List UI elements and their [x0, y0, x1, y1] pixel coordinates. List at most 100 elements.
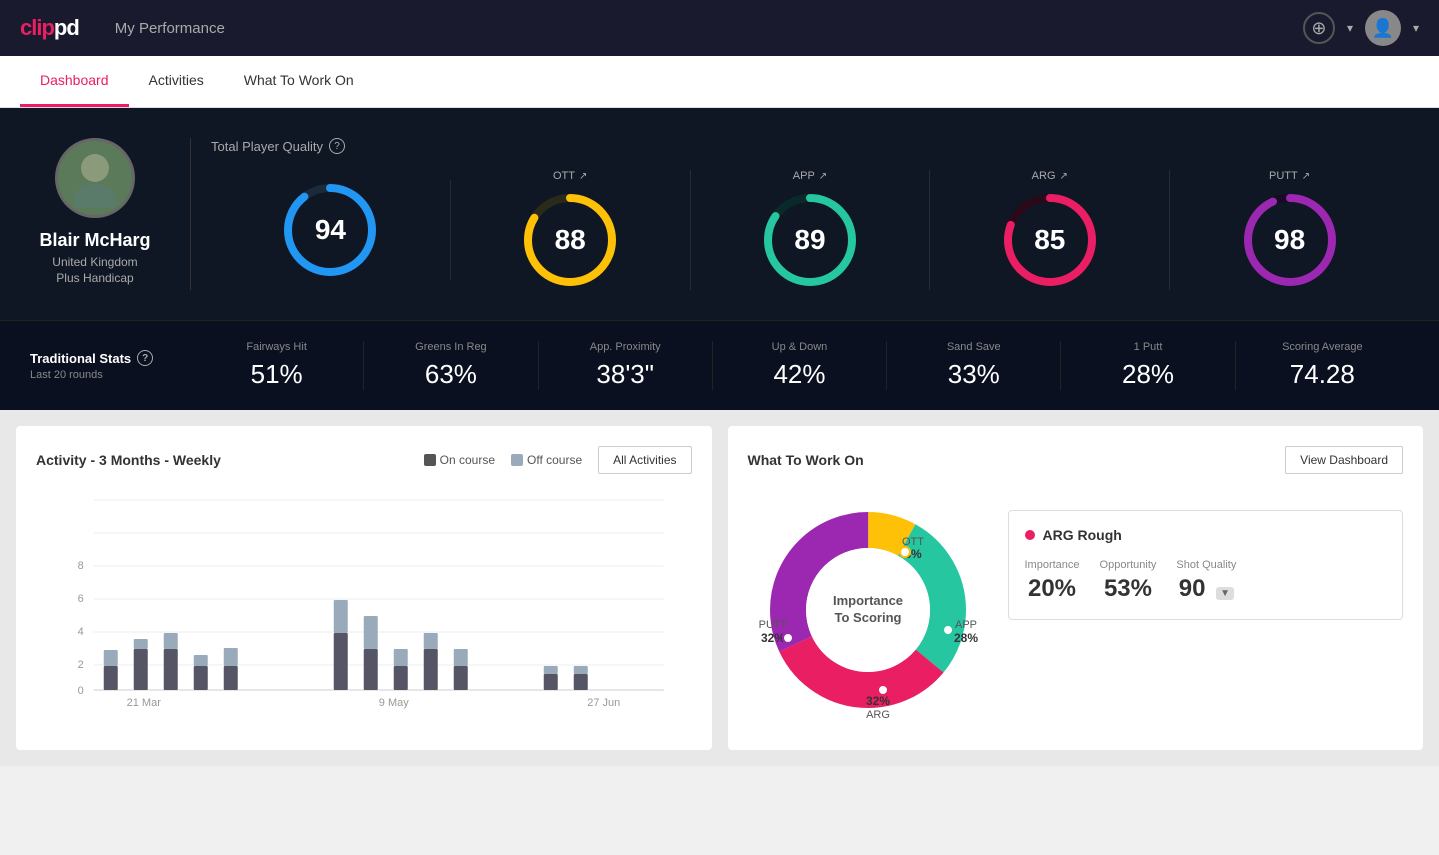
- putt-circle: 98: [1240, 190, 1340, 290]
- add-chevron: ▾: [1347, 21, 1353, 35]
- bottom-section: Activity - 3 Months - Weekly On course O…: [0, 410, 1439, 766]
- svg-text:6: 6: [78, 593, 84, 605]
- app-label: APP↗: [793, 170, 827, 182]
- stats-banner: Blair McHarg United Kingdom Plus Handica…: [0, 108, 1439, 320]
- activity-title: Activity - 3 Months - Weekly: [36, 452, 221, 468]
- quality-section: Total Player Quality ? 94 OTT↗: [190, 138, 1409, 290]
- quality-info-icon[interactable]: ?: [329, 138, 345, 154]
- legend-off-course-dot: [511, 454, 523, 466]
- player-avatar: [55, 138, 135, 218]
- svg-text:32%: 32%: [865, 694, 889, 708]
- detail-importance: Importance 20%: [1025, 559, 1080, 603]
- tab-activities[interactable]: Activities: [129, 56, 224, 107]
- activity-legend: On course Off course: [424, 453, 583, 467]
- trad-stats-label: Traditional Stats ?: [30, 350, 190, 366]
- tab-what-to-work-on[interactable]: What To Work On: [224, 56, 374, 107]
- detail-stats: Importance 20% Opportunity 53% Shot Qual…: [1025, 559, 1387, 603]
- tab-dashboard[interactable]: Dashboard: [20, 56, 129, 107]
- legend-on-course: On course: [424, 453, 495, 467]
- svg-text:27 Jun: 27 Jun: [587, 697, 620, 709]
- svg-text:To Scoring: To Scoring: [834, 610, 901, 625]
- stat-1-putt: 1 Putt 28%: [1061, 341, 1235, 390]
- player-country: United Kingdom: [52, 255, 137, 269]
- header: clippd My Performance ⊕ ▾ 👤 ▾: [0, 0, 1439, 56]
- app-value: 89: [794, 224, 825, 256]
- header-title: My Performance: [115, 20, 225, 37]
- stat-fairways-hit: Fairways Hit 51%: [190, 341, 364, 390]
- trad-stats-grid: Fairways Hit 51% Greens In Reg 63% App. …: [190, 341, 1409, 390]
- shot-quality-badge: ▼: [1216, 587, 1234, 600]
- work-on-card-header: What To Work On View Dashboard: [748, 446, 1404, 474]
- legend-off-course: Off course: [511, 453, 582, 467]
- donut-svg: Importance To Scoring OTT 8% APP 28% ARG…: [748, 490, 988, 730]
- add-button[interactable]: ⊕: [1303, 12, 1335, 44]
- traditional-stats: Traditional Stats ? Last 20 rounds Fairw…: [0, 320, 1439, 410]
- activity-card: Activity - 3 Months - Weekly On course O…: [16, 426, 712, 750]
- svg-text:2: 2: [78, 659, 84, 671]
- work-on-title: What To Work On: [748, 452, 864, 468]
- putt-label: PUTT↗: [1269, 170, 1310, 182]
- arg-circle: 85: [1000, 190, 1100, 290]
- trad-info-icon[interactable]: ?: [137, 350, 153, 366]
- nav-tabs: Dashboard Activities What To Work On: [0, 56, 1439, 108]
- header-right: ⊕ ▾ 👤 ▾: [1303, 10, 1419, 46]
- stat-sand-save: Sand Save 33%: [887, 341, 1061, 390]
- ott-label: OTT↗: [553, 170, 587, 182]
- svg-text:32%: 32%: [760, 631, 784, 645]
- arg-label: ARG↗: [1032, 170, 1068, 182]
- activity-card-header: Activity - 3 Months - Weekly On course O…: [36, 446, 692, 474]
- svg-text:APP: APP: [954, 619, 976, 631]
- legend-on-course-dot: [424, 454, 436, 466]
- work-on-content: Importance To Scoring OTT 8% APP 28% ARG…: [748, 490, 1404, 730]
- detail-opportunity: Opportunity 53%: [1100, 559, 1157, 603]
- ott-circle: 88: [520, 190, 620, 290]
- plus-icon: ⊕: [1311, 18, 1326, 39]
- tpq-circle: 94: [280, 180, 380, 280]
- detail-card-title: ARG Rough: [1025, 527, 1387, 543]
- svg-text:PUTT: PUTT: [758, 619, 787, 631]
- player-info: Blair McHarg United Kingdom Plus Handica…: [30, 138, 190, 290]
- detail-name: ARG Rough: [1043, 527, 1122, 543]
- score-tpq: 94: [211, 180, 451, 280]
- detail-card: ARG Rough Importance 20% Opportunity 53%…: [1008, 510, 1404, 620]
- work-on-card: What To Work On View Dashboard: [728, 426, 1424, 750]
- avatar-icon: 👤: [1372, 18, 1394, 39]
- ott-value: 88: [555, 224, 586, 256]
- stat-app-proximity: App. Proximity 38'3": [539, 341, 713, 390]
- app-circle: 89: [760, 190, 860, 290]
- score-arg: ARG↗ 85: [930, 170, 1170, 290]
- activity-chart-area: 0 2 4 6 8: [36, 490, 692, 710]
- arg-value: 85: [1034, 224, 1065, 256]
- score-putt: PUTT↗ 98: [1170, 170, 1409, 290]
- logo: clippd: [20, 15, 79, 41]
- stat-up-down: Up & Down 42%: [713, 341, 887, 390]
- all-activities-button[interactable]: All Activities: [598, 446, 691, 474]
- svg-text:8: 8: [78, 560, 84, 572]
- detail-shot-quality: Shot Quality 90 ▼: [1176, 559, 1236, 603]
- putt-value: 98: [1274, 224, 1305, 256]
- avatar-button[interactable]: 👤: [1365, 10, 1401, 46]
- detail-dot: [1025, 530, 1035, 540]
- svg-text:21 Mar: 21 Mar: [127, 697, 162, 709]
- svg-text:Importance: Importance: [832, 593, 902, 608]
- donut-container: Importance To Scoring OTT 8% APP 28% ARG…: [748, 490, 988, 730]
- svg-text:9 May: 9 May: [379, 697, 409, 709]
- svg-text:4: 4: [78, 626, 84, 638]
- activity-chart-svg: 0 2 4 6 8: [36, 490, 692, 710]
- player-name: Blair McHarg: [39, 230, 150, 251]
- player-handicap: Plus Handicap: [56, 271, 133, 285]
- view-dashboard-button[interactable]: View Dashboard: [1285, 446, 1403, 474]
- tpq-value: 94: [315, 214, 346, 246]
- quality-title: Total Player Quality ?: [211, 138, 1409, 154]
- trad-stats-subtitle: Last 20 rounds: [30, 369, 190, 381]
- stat-scoring-average: Scoring Average 74.28: [1236, 341, 1409, 390]
- avatar-chevron: ▾: [1413, 21, 1419, 35]
- score-app: APP↗ 89: [691, 170, 931, 290]
- svg-text:28%: 28%: [953, 631, 977, 645]
- stat-greens-in-reg: Greens In Reg 63%: [364, 341, 538, 390]
- svg-text:ARG: ARG: [866, 709, 890, 721]
- score-ott: OTT↗ 88: [451, 170, 691, 290]
- quality-scores: 94 OTT↗ 88 APP↗: [211, 170, 1409, 290]
- trad-stats-title: Traditional Stats ? Last 20 rounds: [30, 350, 190, 381]
- svg-text:0: 0: [78, 685, 84, 697]
